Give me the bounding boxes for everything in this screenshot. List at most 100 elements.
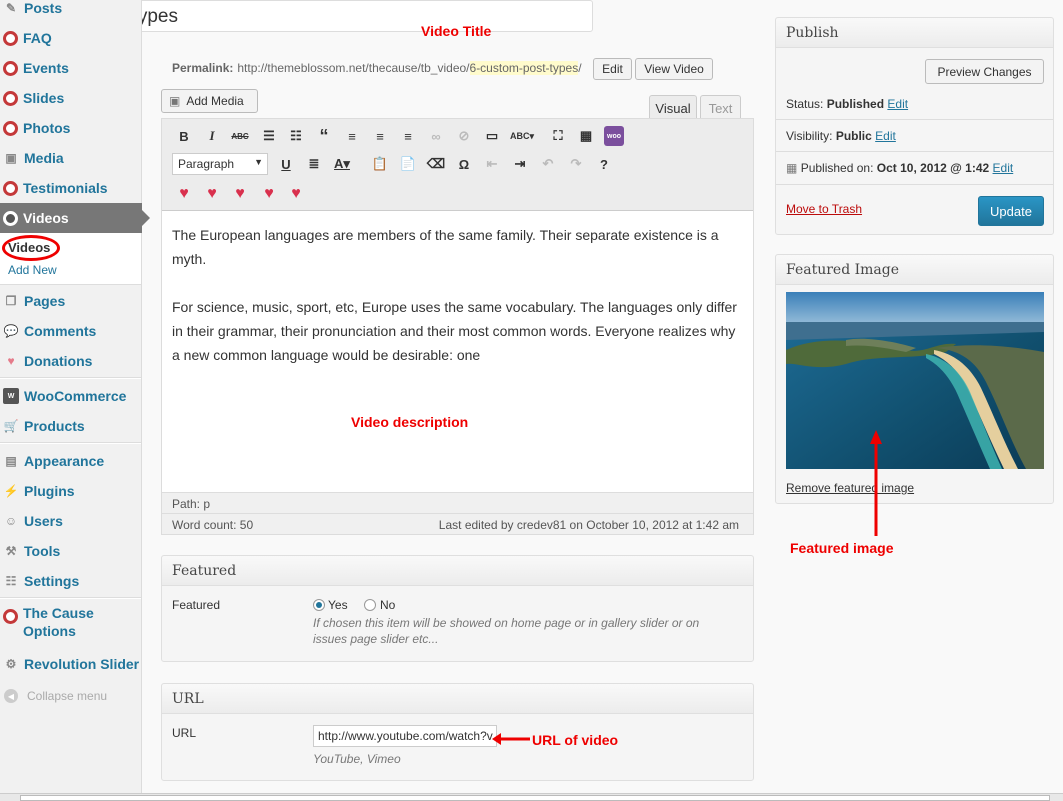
published-value: Oct 10, 2012 @ 1:42 [876,161,990,175]
sidebar-item-videos[interactable]: Videos [0,203,150,233]
help-icon[interactable]: ? [594,154,614,174]
blockquote-icon[interactable]: “ [314,126,334,146]
paste-text-icon[interactable]: 📋 [370,154,390,174]
permalink-slug[interactable]: 6-custom-post-types [469,61,579,75]
submenu-add-new[interactable]: Add New [8,263,57,277]
spellcheck-icon[interactable]: ABC▾ [510,126,534,146]
add-media-button[interactable]: ▣ Add Media [161,89,258,113]
pages-icon: ❐ [5,294,17,308]
sidebar-item-appearance[interactable]: ▤ Appearance [0,446,141,476]
special-char-icon[interactable]: Ω [454,154,474,174]
numbered-list-icon[interactable]: ☷ [286,126,306,146]
submenu-videos[interactable]: Videos [8,240,50,255]
sidebar-item-users[interactable]: ☺ Users [0,506,141,536]
underline-icon[interactable]: U [276,154,296,174]
bold-icon[interactable]: B [174,126,194,146]
indent-icon[interactable]: ⇥ [510,154,530,174]
content-paragraph: For science, music, sport, etc, Europe u… [172,299,737,363]
redo-icon[interactable]: ↷ [566,154,586,174]
sidebar-item-media[interactable]: ▣ Media [0,143,141,173]
move-to-trash-link[interactable]: Move to Trash [786,202,862,216]
pin-icon: ✎ [5,1,17,15]
more-tag-icon[interactable]: ▭ [482,126,502,146]
sidebar-item-label: WooCommerce [24,388,127,404]
sidebar-item-events[interactable]: Events [0,53,141,83]
sidebar-item-slides[interactable]: Slides [0,83,141,113]
sidebar-item-revolution-slider[interactable]: ⚙ Revolution Slider [0,649,141,679]
sidebar-item-plugins[interactable]: ⚡ Plugins [0,476,141,506]
published-edit-link[interactable]: Edit [993,161,1014,175]
scrollbar-thumb[interactable] [20,795,1050,801]
videos-submenu: Videos Add New [0,233,141,285]
circle-icon [3,120,18,136]
sidebar-item-testimonials[interactable]: Testimonials [0,173,141,203]
sidebar-item-label: Photos [23,120,71,136]
heart-shortcode-icon[interactable]: ♥ [174,184,194,204]
update-button[interactable]: Update [978,196,1044,226]
sidebar-item-label: Appearance [24,453,105,469]
view-video-button[interactable]: View Video [635,58,713,80]
heart-shortcode-icon[interactable]: ♥ [286,184,306,204]
sidebar-item-woocommerce[interactable]: W WooCommerce [0,381,141,411]
status-edit-link[interactable]: Edit [887,97,908,111]
status-value: Published [826,97,885,111]
published-label: Published on: [800,161,874,175]
kitchen-sink-icon[interactable]: ▦ [576,126,596,146]
sidebar-item-pages[interactable]: ❐ Pages [0,286,141,316]
link-icon[interactable]: ∞ [426,126,446,146]
tab-text[interactable]: Text [700,95,741,120]
sidebar-item-donations[interactable]: ♥ Donations [0,346,141,376]
editor-statusbar: Path: p Word count: 50 Last edited by cr… [162,492,753,534]
permalink-edit-button[interactable]: Edit [593,58,632,80]
sidebar-item-comments[interactable]: 💬 Comments [0,316,141,346]
unlink-icon[interactable]: ⊘ [454,126,474,146]
featured-image-thumbnail[interactable] [786,292,1044,469]
heart-shortcode-icon[interactable]: ♥ [202,184,222,204]
heart-shortcode-icon[interactable]: ♥ [259,184,279,204]
italic-icon[interactable]: I [202,126,222,146]
annotation-url: URL of video [532,732,619,748]
horizontal-scrollbar[interactable] [0,793,1063,801]
undo-icon[interactable]: ↶ [538,154,558,174]
featured-yes-radio[interactable] [313,599,325,611]
chevron-down-icon: ▼ [254,157,263,167]
menu-separator [0,377,141,379]
eraser-icon[interactable]: ⌫ [426,154,446,174]
text-color-icon[interactable]: A▾ [332,154,352,174]
visibility-edit-link[interactable]: Edit [875,129,896,143]
collapse-menu[interactable]: ◀ Collapse menu [0,686,141,706]
sidebar-item-photos[interactable]: Photos [0,113,141,143]
align-right-icon[interactable]: ≡ [398,126,418,146]
heart-shortcode-icon[interactable]: ♥ [230,184,250,204]
sidebar-item-faq[interactable]: FAQ [0,23,141,53]
sidebar-item-label: Posts [24,0,63,16]
remove-featured-image-link[interactable]: Remove featured image [786,481,914,495]
beach-photo [786,292,1044,469]
featured-label: Featured [172,598,221,612]
sidebar-item-label: Testimonials [23,180,108,196]
sidebar-item-label: Settings [24,573,80,589]
sidebar-item-settings[interactable]: ☷ Settings [0,566,141,596]
editor-content[interactable]: The European languages are members of th… [172,223,742,391]
align-center-icon[interactable]: ≡ [370,126,390,146]
tab-visual[interactable]: Visual [649,95,697,120]
sidebar-item-label: Revolution Slider [24,656,140,672]
featured-yes-label: Yes [328,598,348,612]
sidebar-item-the-cause-options[interactable]: The Cause Options [0,604,141,644]
paste-word-icon[interactable]: 📄 [398,154,418,174]
bullet-list-icon[interactable]: ☰ [259,126,279,146]
outdent-icon[interactable]: ⇤ [482,154,502,174]
align-left-icon[interactable]: ≡ [342,126,362,146]
url-input[interactable]: http://www.youtube.com/watch?v [313,725,497,747]
featured-no-radio[interactable] [364,599,376,611]
fullscreen-icon[interactable]: ⛶ [548,126,568,146]
format-select[interactable]: Paragraph ▼ [172,153,268,175]
sidebar-item-posts[interactable]: ✎ Posts [0,0,141,23]
justify-icon[interactable]: ≣ [304,154,324,174]
woo-shortcode-icon[interactable]: woo [604,126,624,146]
arrow-up-icon [870,430,882,536]
preview-changes-button[interactable]: Preview Changes [925,59,1044,84]
strikethrough-icon[interactable]: ABC [230,126,250,146]
sidebar-item-tools[interactable]: ⚒ Tools [0,536,141,566]
sidebar-item-products[interactable]: 🛒 Products [0,411,141,441]
